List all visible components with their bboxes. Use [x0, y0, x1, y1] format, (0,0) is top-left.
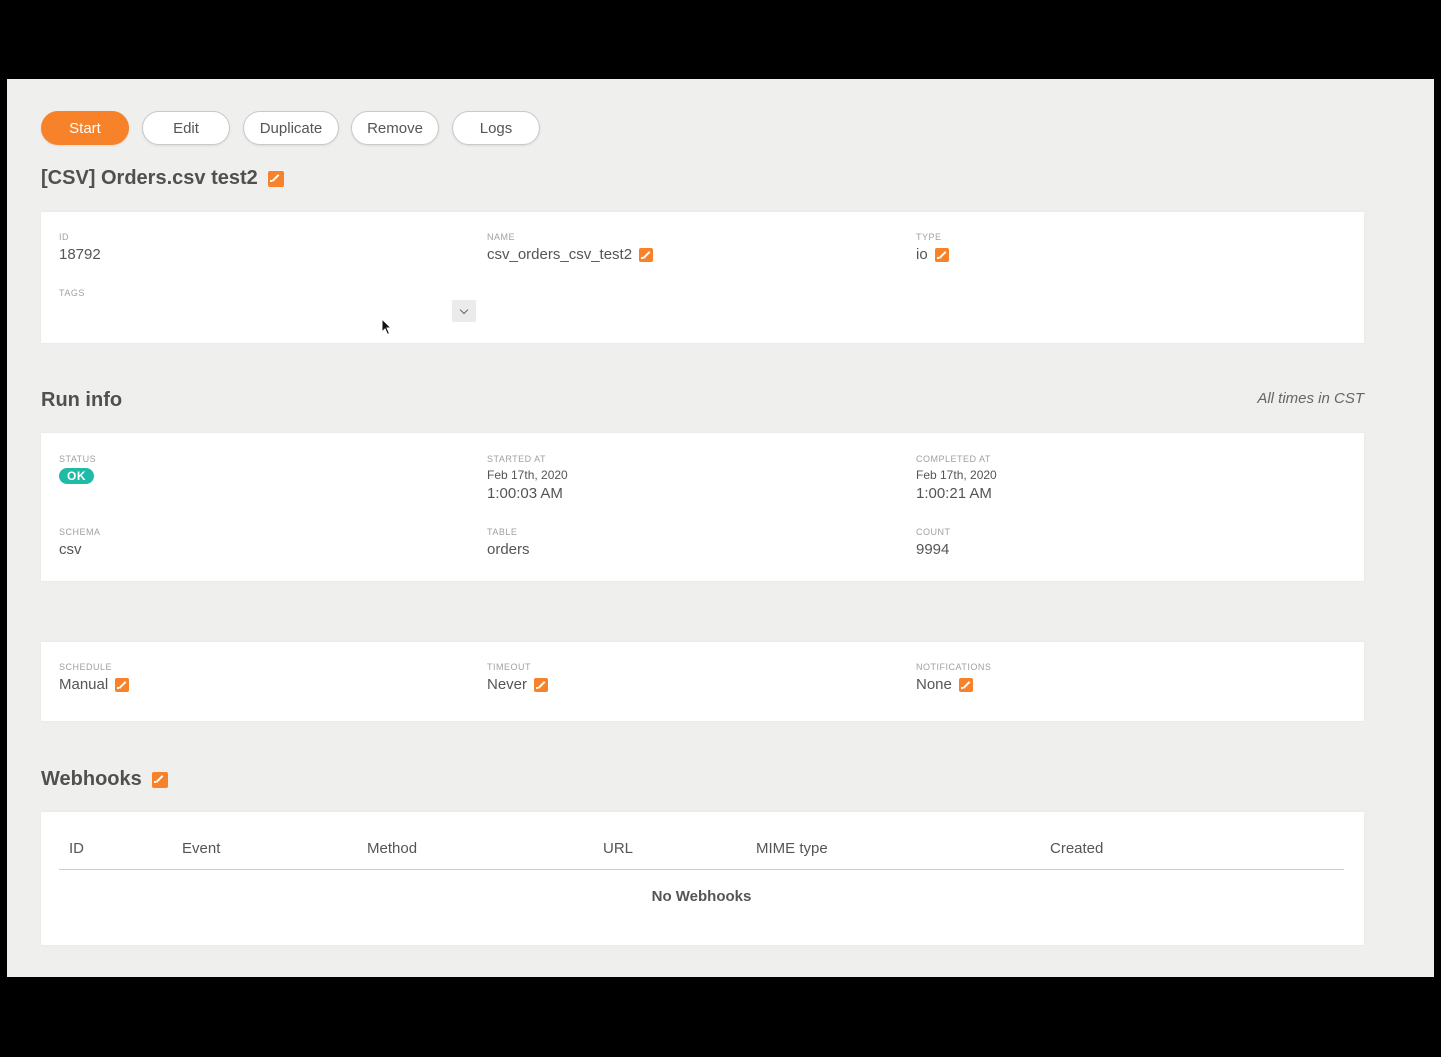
column-header-mime-type[interactable]: MIME type — [746, 834, 1040, 870]
column-header-method[interactable]: Method — [357, 834, 593, 870]
type-value-row: io — [916, 246, 949, 264]
type-field: TYPE io — [916, 232, 949, 264]
timeout-value-row: Never — [487, 676, 549, 694]
column-header-created[interactable]: Created — [1040, 834, 1344, 870]
name-label: NAME — [487, 232, 516, 242]
name-value: csv_orders_csv_test2 — [487, 246, 633, 263]
notifications-field: NOTIFICATIONS None — [916, 662, 991, 694]
edit-name-icon[interactable] — [639, 248, 654, 262]
count-field: COUNT 9994 — [916, 527, 951, 559]
details-card: ID 18792 NAME csv_orders_csv_test2 TYPE … — [41, 212, 1364, 343]
status-label: STATUS — [59, 454, 97, 464]
edit-button[interactable]: Edit — [142, 111, 230, 145]
webhooks-table: ID Event Method URL MIME type Created No… — [59, 834, 1344, 905]
webhooks-heading: Webhooks — [41, 768, 142, 790]
type-label: TYPE — [916, 232, 942, 242]
started-label: STARTED AT — [487, 454, 547, 464]
schema-value: csv — [59, 541, 82, 558]
webhooks-header-row: ID Event Method URL MIME type Created — [59, 834, 1344, 870]
logs-button[interactable]: Logs — [452, 111, 540, 145]
app-window: Start Edit Duplicate Remove Logs [CSV] O… — [7, 79, 1434, 977]
column-header-event[interactable]: Event — [172, 834, 357, 870]
edit-webhooks-icon[interactable] — [151, 771, 168, 788]
schedule-value-row: Manual — [59, 676, 130, 694]
schedule-field: SCHEDULE Manual — [59, 662, 130, 694]
completed-label: COMPLETED AT — [916, 454, 991, 464]
schedule-label: SCHEDULE — [59, 662, 113, 672]
timeout-value: Never — [487, 676, 528, 693]
started-date: Feb 17th, 2020 — [487, 468, 568, 482]
tags-dropdown-button[interactable] — [452, 300, 476, 322]
remove-button[interactable]: Remove — [351, 111, 439, 145]
column-header-url[interactable]: URL — [593, 834, 746, 870]
chevron-down-icon — [459, 305, 469, 314]
completed-field: COMPLETED AT Feb 17th, 2020 1:00:21 AM — [916, 454, 997, 503]
notifications-label: NOTIFICATIONS — [916, 662, 992, 672]
name-field: NAME csv_orders_csv_test2 — [487, 232, 654, 264]
webhooks-heading-row: Webhooks — [41, 768, 168, 791]
table-value: orders — [487, 541, 530, 558]
edit-type-icon[interactable] — [934, 248, 949, 262]
status-badge: OK — [59, 468, 94, 484]
timezone-note: All times in CST — [1257, 390, 1364, 407]
id-value: 18792 — [59, 246, 101, 263]
start-button[interactable]: Start — [41, 111, 129, 145]
completed-time: 1:00:21 AM — [916, 485, 992, 502]
settings-card: SCHEDULE Manual TIMEOUT Never NOTIFICATI… — [41, 642, 1364, 721]
name-value-row: csv_orders_csv_test2 — [487, 246, 654, 264]
edit-notifications-icon[interactable] — [958, 678, 973, 692]
column-header-id[interactable]: ID — [59, 834, 172, 870]
page-title: [CSV] Orders.csv test2 — [41, 167, 258, 189]
duplicate-button[interactable]: Duplicate — [243, 111, 339, 145]
run-info-card: STATUS OK STARTED AT Feb 17th, 2020 1:00… — [41, 433, 1364, 581]
schema-field: SCHEMA csv — [59, 527, 101, 559]
count-value: 9994 — [916, 541, 950, 558]
schema-label: SCHEMA — [59, 527, 101, 537]
timeout-label: TIMEOUT — [487, 662, 531, 672]
page-title-row: [CSV] Orders.csv test2 — [41, 167, 284, 190]
no-webhooks-text: No Webhooks — [651, 888, 752, 905]
tags-field: TAGS — [59, 288, 85, 299]
mouse-cursor-icon — [381, 318, 393, 336]
edit-timeout-icon[interactable] — [534, 678, 549, 692]
type-value: io — [916, 246, 928, 263]
table-label: TABLE — [487, 527, 518, 537]
notifications-value: None — [916, 676, 952, 693]
webhooks-card: ID Event Method URL MIME type Created No… — [41, 812, 1364, 945]
status-field: STATUS OK — [59, 454, 96, 485]
id-label: ID — [59, 232, 69, 242]
edit-schedule-icon[interactable] — [115, 678, 130, 692]
webhooks-empty-row: No Webhooks — [59, 870, 1344, 905]
completed-date: Feb 17th, 2020 — [916, 468, 997, 482]
count-label: COUNT — [916, 527, 951, 537]
edit-title-icon[interactable] — [267, 170, 284, 187]
notifications-value-row: None — [916, 676, 991, 694]
id-field: ID 18792 — [59, 232, 101, 264]
started-field: STARTED AT Feb 17th, 2020 1:00:03 AM — [487, 454, 568, 503]
timeout-field: TIMEOUT Never — [487, 662, 549, 694]
run-info-heading: Run info — [41, 389, 123, 411]
started-time: 1:00:03 AM — [487, 485, 563, 502]
table-field: TABLE orders — [487, 527, 530, 559]
tags-label: TAGS — [59, 288, 85, 298]
schedule-value: Manual — [59, 676, 109, 693]
